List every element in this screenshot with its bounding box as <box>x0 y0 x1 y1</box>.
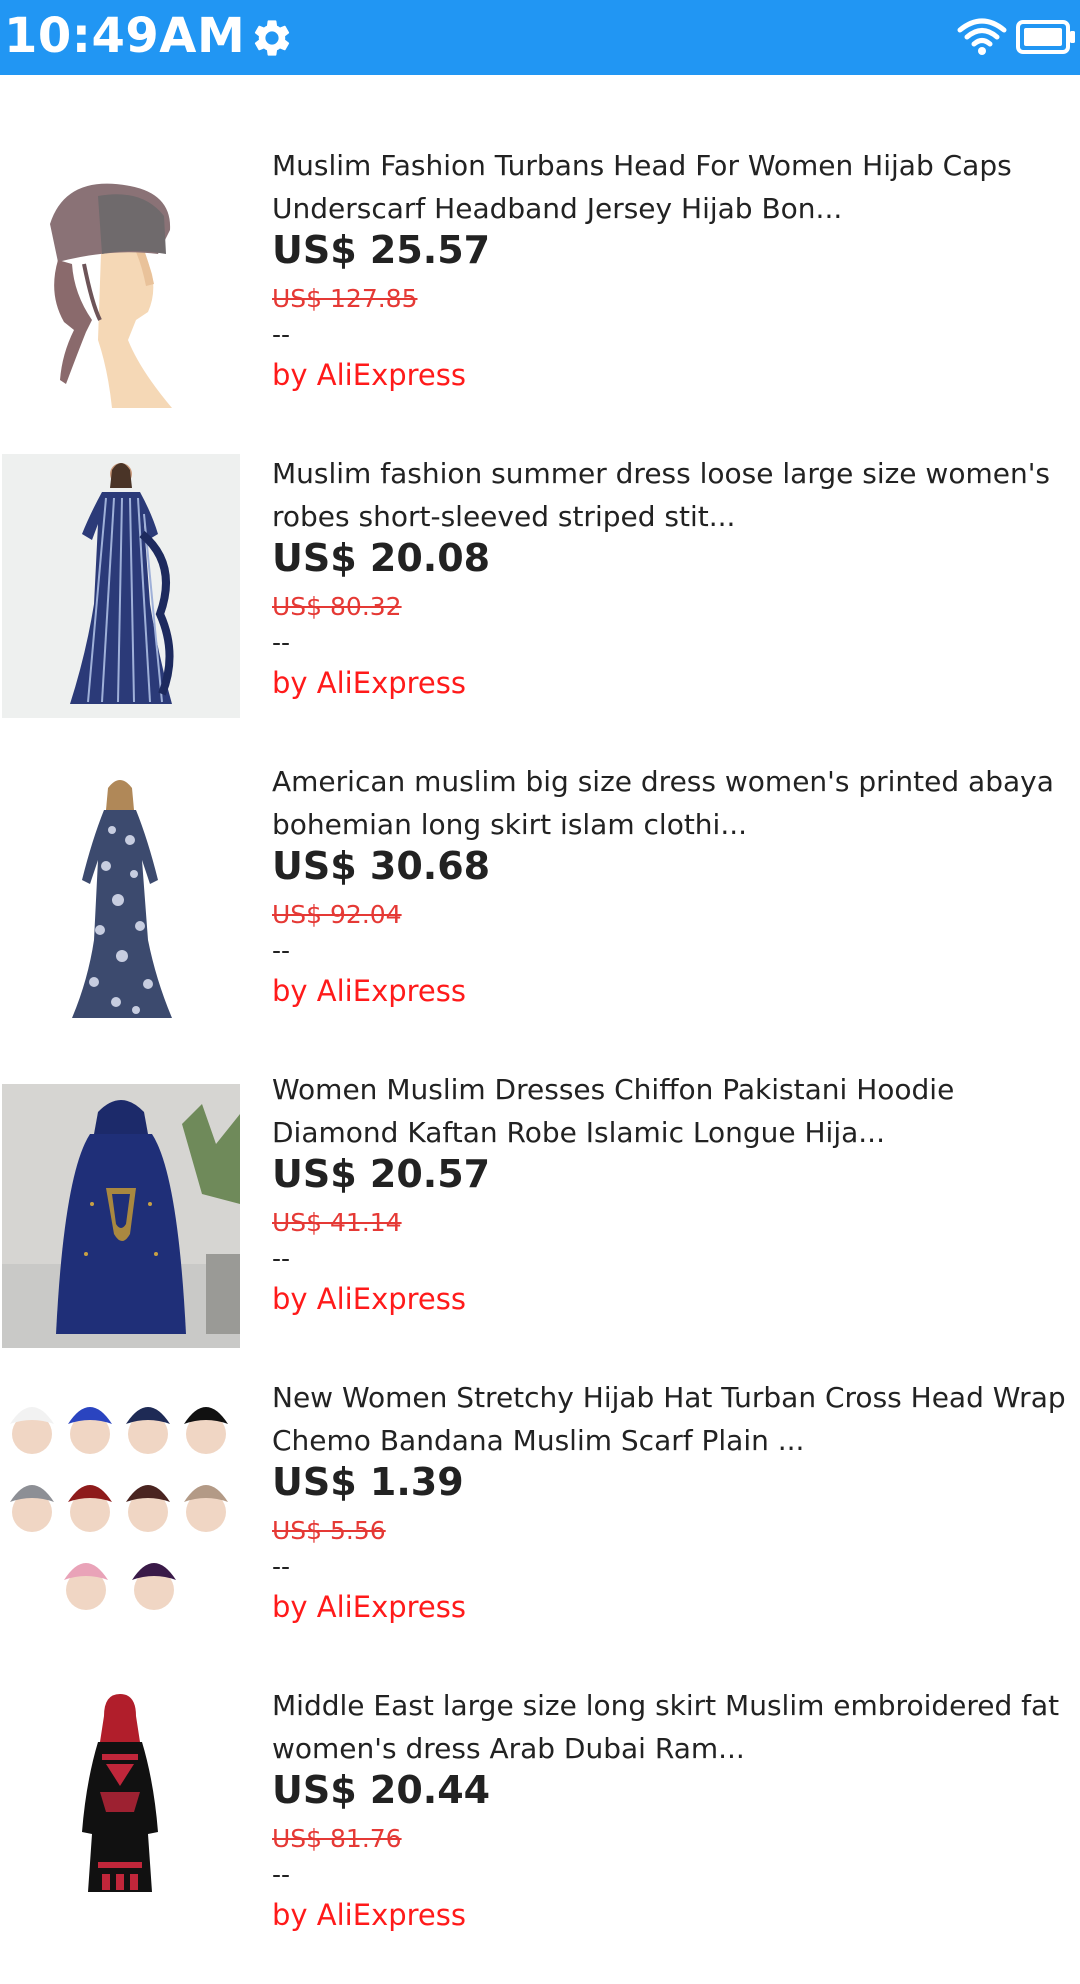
product-title[interactable]: Middle East large size long skirt Muslim… <box>272 1684 1080 1770</box>
original-price: US$ 5.56 <box>272 1516 386 1545</box>
status-bar: 10:49AM <box>0 0 1080 75</box>
seller-label[interactable]: by AliExpress <box>272 666 466 700</box>
seller-label[interactable]: by AliExpress <box>272 1590 466 1624</box>
product-item[interactable]: New Women Stretchy Hijab Hat Turban Cros… <box>0 1376 1080 1676</box>
product-item[interactable]: Women Muslim Dresses Chiffon Pakistani H… <box>0 1068 1080 1368</box>
original-price: US$ 81.76 <box>272 1824 402 1853</box>
product-title[interactable]: Muslim fashion summer dress loose large … <box>272 452 1080 538</box>
product-extra: -- <box>272 320 291 349</box>
product-item[interactable]: American muslim big size dress women's p… <box>0 760 1080 1060</box>
product-title[interactable]: Muslim Fashion Turbans Head For Women Hi… <box>272 144 1080 230</box>
product-price: US$ 30.68 <box>272 844 491 888</box>
seller-label[interactable]: by AliExpress <box>272 1282 466 1316</box>
product-price: US$ 20.44 <box>272 1768 491 1812</box>
product-image[interactable] <box>2 1376 240 1640</box>
product-item[interactable]: Middle East large size long skirt Muslim… <box>0 1684 1080 1984</box>
product-title[interactable]: New Women Stretchy Hijab Hat Turban Cros… <box>272 1376 1080 1462</box>
product-image[interactable] <box>2 1084 240 1348</box>
product-price: US$ 25.57 <box>272 228 491 272</box>
original-price: US$ 127.85 <box>272 284 418 313</box>
product-image[interactable] <box>2 144 240 408</box>
original-price: US$ 80.32 <box>272 592 402 621</box>
original-price: US$ 41.14 <box>272 1208 402 1237</box>
seller-label[interactable]: by AliExpress <box>272 358 466 392</box>
product-extra: -- <box>272 1244 291 1273</box>
product-price: US$ 1.39 <box>272 1460 464 1504</box>
product-title[interactable]: Women Muslim Dresses Chiffon Pakistani H… <box>272 1068 1080 1154</box>
product-image[interactable] <box>2 770 240 1034</box>
product-item[interactable]: Muslim fashion summer dress loose large … <box>0 452 1080 752</box>
product-extra: -- <box>272 628 291 657</box>
original-price: US$ 92.04 <box>272 900 402 929</box>
product-image[interactable] <box>2 454 240 718</box>
product-price: US$ 20.57 <box>272 1152 491 1196</box>
status-time: 10:49AM <box>4 8 246 64</box>
product-price: US$ 20.08 <box>272 536 491 580</box>
wifi-icon <box>957 18 1007 55</box>
seller-label[interactable]: by AliExpress <box>272 1898 466 1932</box>
product-title[interactable]: American muslim big size dress women's p… <box>272 760 1080 846</box>
battery-icon <box>1016 20 1075 54</box>
seller-label[interactable]: by AliExpress <box>272 974 466 1008</box>
product-extra: -- <box>272 936 291 965</box>
product-item[interactable]: Muslim Fashion Turbans Head For Women Hi… <box>0 144 1080 444</box>
product-extra: -- <box>272 1860 291 1889</box>
product-image[interactable] <box>2 1692 240 1956</box>
gear-icon <box>254 20 290 56</box>
product-extra: -- <box>272 1552 291 1581</box>
